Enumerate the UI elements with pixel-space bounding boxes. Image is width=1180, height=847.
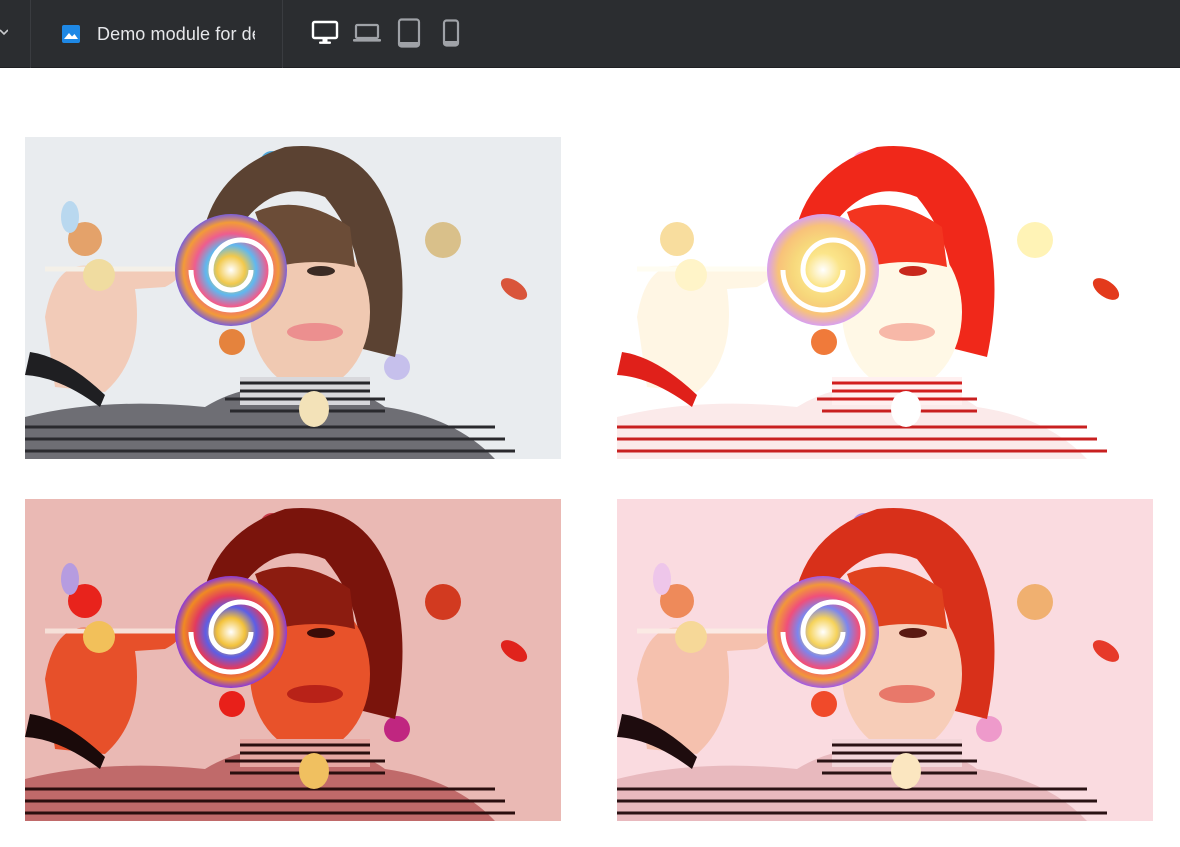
monitor-icon[interactable] [310,18,340,48]
tablet-icon[interactable] [394,18,424,48]
device-switcher [310,17,466,49]
module-tab[interactable]: Demo module for de [30,0,282,68]
laptop-icon[interactable] [352,18,382,48]
module-title: Demo module for de [97,23,255,44]
image-icon [61,24,81,44]
photo-bright-warm[interactable] [617,137,1153,459]
photo-red-tint[interactable] [25,499,561,821]
photo-original[interactable] [25,137,561,459]
top-toolbar: Demo module for de [0,0,1180,68]
toolbar-divider [282,0,283,68]
photo-pink-tint[interactable] [617,499,1153,821]
chevron-down-icon[interactable] [0,22,9,42]
phone-icon[interactable] [436,18,466,48]
